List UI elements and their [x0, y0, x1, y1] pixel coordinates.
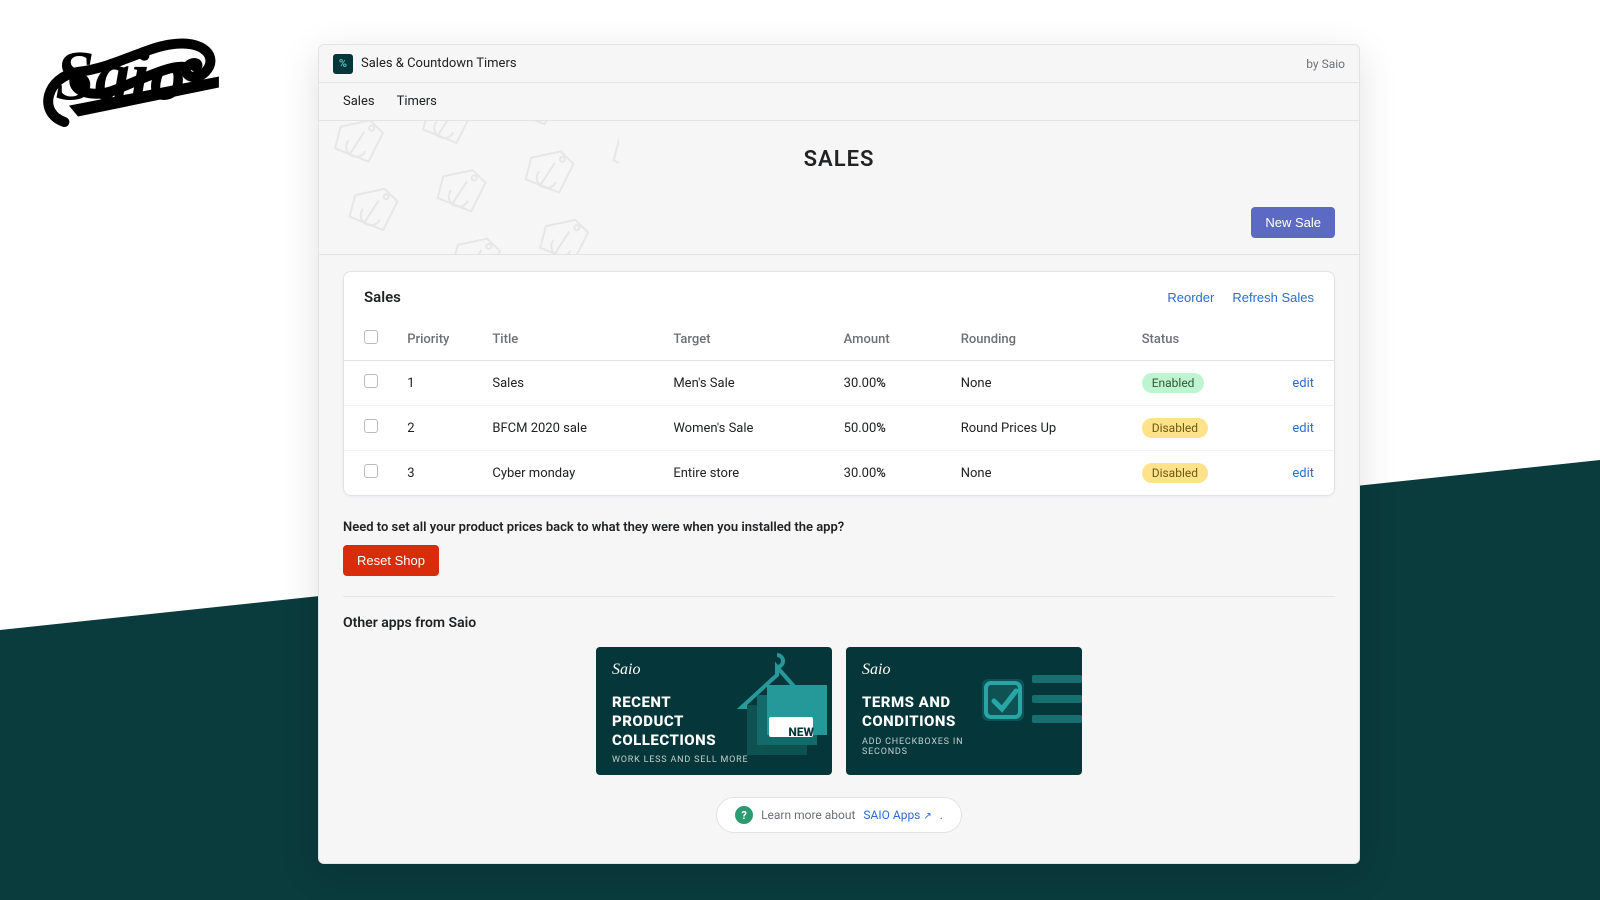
cell-rounding: None — [951, 361, 1132, 406]
row-checkbox[interactable] — [364, 419, 378, 433]
cell-title: BFCM 2020 sale — [482, 406, 663, 451]
edit-link[interactable]: edit — [1292, 466, 1314, 481]
cell-status: Disabled — [1132, 406, 1270, 451]
cell-amount: 30.00% — [834, 451, 951, 496]
col-rounding: Rounding — [951, 318, 1132, 361]
status-badge: Enabled — [1142, 373, 1205, 393]
learn-more-suffix: . — [940, 808, 943, 822]
table-row: 2BFCM 2020 saleWomen's Sale50.00%Round P… — [344, 406, 1334, 451]
edit-link[interactable]: edit — [1292, 421, 1314, 436]
saio-logo: Saio — [28, 22, 228, 149]
hero-pattern — [319, 121, 619, 255]
cell-title: Cyber monday — [482, 451, 663, 496]
col-title: Title — [482, 318, 663, 361]
promo-title: TERMS AND CONDITIONS — [862, 693, 982, 731]
col-target: Target — [663, 318, 833, 361]
app-logo-badge: % — [333, 54, 353, 74]
page-title: SALES — [804, 147, 875, 172]
cell-amount: 50.00% — [834, 406, 951, 451]
reset-shop-button[interactable]: Reset Shop — [343, 545, 439, 576]
tab-timers[interactable]: Timers — [397, 94, 437, 109]
learn-more-pill: ? Learn more about SAIO Apps ↗ . — [716, 797, 962, 833]
promo-subtitle: WORK LESS AND SELL MORE — [612, 755, 816, 765]
app-window: % Sales & Countdown Timers by Saio Sales… — [318, 44, 1360, 864]
sales-card-title: Sales — [364, 288, 401, 306]
cell-priority: 2 — [397, 406, 482, 451]
col-amount: Amount — [834, 318, 951, 361]
select-all-checkbox[interactable] — [364, 330, 378, 344]
refresh-sales-button[interactable]: Refresh Sales — [1232, 290, 1314, 305]
col-priority: Priority — [397, 318, 482, 361]
reset-prompt: Need to set all your product prices back… — [343, 520, 1335, 535]
app-header: % Sales & Countdown Timers by Saio — [319, 45, 1359, 83]
cell-amount: 30.00% — [834, 361, 951, 406]
cell-rounding: None — [951, 451, 1132, 496]
cell-target: Women's Sale — [663, 406, 833, 451]
cell-priority: 3 — [397, 451, 482, 496]
edit-link[interactable]: edit — [1292, 376, 1314, 391]
learn-more-prefix: Learn more about — [761, 808, 855, 822]
help-icon: ? — [735, 806, 753, 824]
promo-tag: NEW — [788, 725, 814, 739]
table-row: 1SalesMen's Sale30.00%None Enabled edit — [344, 361, 1334, 406]
cell-status: Enabled — [1132, 361, 1270, 406]
status-badge: Disabled — [1142, 463, 1208, 483]
checkbox-list-icon — [972, 667, 1082, 775]
cell-target: Entire store — [663, 451, 833, 496]
promo-subtitle: ADD CHECKBOXES IN SECONDS — [862, 737, 972, 757]
tab-sales[interactable]: Sales — [343, 94, 375, 109]
cell-status: Disabled — [1132, 451, 1270, 496]
status-badge: Disabled — [1142, 418, 1208, 438]
other-apps-section: Other apps from Saio NEW Saio REC — [343, 597, 1335, 833]
cell-title: Sales — [482, 361, 663, 406]
promo-terms-and-conditions[interactable]: Saio TERMS AND CONDITIONS ADD CHECKBOXES… — [846, 647, 1082, 775]
svg-text:Saio: Saio — [55, 37, 185, 115]
other-apps-heading: Other apps from Saio — [343, 615, 1335, 631]
sub-nav: Sales Timers — [319, 83, 1359, 121]
sales-table: Priority Title Target Amount Rounding St… — [344, 318, 1334, 495]
row-checkbox[interactable] — [364, 374, 378, 388]
promo-recent-product-collections[interactable]: NEW Saio RECENT PRODUCT COLLECTIONS WORK… — [596, 647, 832, 775]
table-row: 3Cyber mondayEntire store30.00%None Disab… — [344, 451, 1334, 496]
cell-target: Men's Sale — [663, 361, 833, 406]
hero-banner: SALES New Sale — [319, 121, 1359, 255]
external-link-icon: ↗ — [923, 811, 931, 822]
col-status: Status — [1132, 318, 1270, 361]
saio-apps-link[interactable]: SAIO Apps ↗ — [863, 808, 931, 822]
app-by-label: by Saio — [1306, 57, 1345, 71]
cell-rounding: Round Prices Up — [951, 406, 1132, 451]
reorder-button[interactable]: Reorder — [1167, 290, 1214, 305]
new-sale-button[interactable]: New Sale — [1251, 207, 1335, 238]
row-checkbox[interactable] — [364, 464, 378, 478]
cell-priority: 1 — [397, 361, 482, 406]
app-title: Sales & Countdown Timers — [361, 56, 517, 71]
sales-card: Sales Reorder Refresh Sales Priority Tit… — [343, 271, 1335, 496]
reset-section: Need to set all your product prices back… — [343, 514, 1335, 597]
